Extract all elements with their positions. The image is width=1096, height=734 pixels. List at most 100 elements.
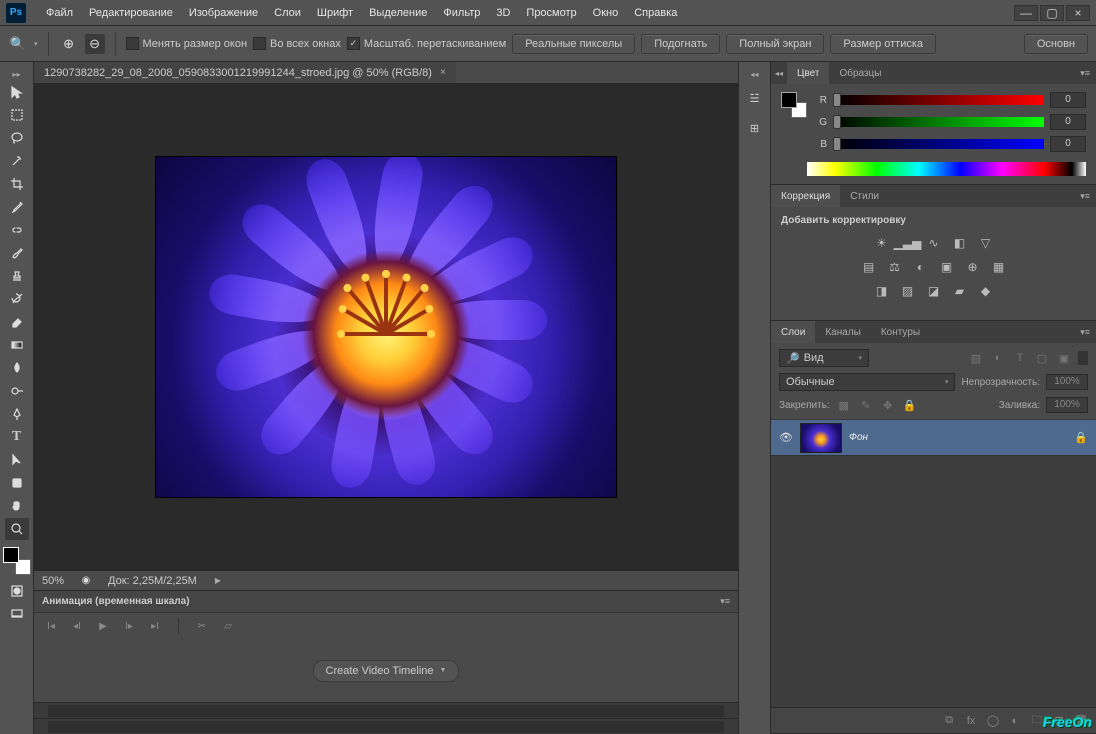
color-swatch[interactable]	[3, 547, 31, 575]
lock-all-icon[interactable]: 🔒	[902, 397, 918, 413]
tool-preset-dropdown-icon[interactable]: ▾	[34, 40, 38, 48]
color-spectrum[interactable]	[807, 162, 1086, 176]
blackwhite-icon[interactable]: ◐	[911, 258, 931, 276]
timeline-transition-icon[interactable]: ▱	[219, 617, 237, 635]
filter-pixel-icon[interactable]: ▧	[968, 350, 984, 366]
full-screen-button[interactable]: Полный экран	[726, 34, 824, 54]
create-timeline-button[interactable]: Create Video Timeline ▼	[313, 660, 460, 682]
stamp-tool[interactable]	[5, 265, 29, 287]
color-swatch-mini[interactable]	[781, 92, 807, 118]
levels-icon[interactable]: ▁▃▅	[898, 234, 918, 252]
link-layers-icon[interactable]: ⧉	[940, 712, 958, 730]
zoom-tool[interactable]	[5, 518, 29, 540]
menu-file[interactable]: Файл	[38, 7, 81, 19]
menu-window[interactable]: Окно	[585, 7, 627, 19]
curves-icon[interactable]: ∿	[924, 234, 944, 252]
zoom-tool-icon[interactable]: 🔍	[8, 34, 28, 54]
window-close[interactable]: ×	[1066, 5, 1090, 21]
layer-name[interactable]: Фон	[849, 432, 1066, 443]
timeline-last-icon[interactable]: ▸I	[146, 617, 164, 635]
timeline-play-icon[interactable]: ▶	[94, 617, 112, 635]
color-tab[interactable]: Цвет	[787, 62, 829, 84]
timeline-scrollbar[interactable]	[34, 702, 738, 718]
timeline-prev-icon[interactable]: ◂I	[68, 617, 86, 635]
all-windows-checkbox[interactable]: Во всех окнах	[253, 37, 341, 50]
menu-select[interactable]: Выделение	[361, 7, 435, 19]
dock-expand-icon[interactable]: ◂◂	[739, 68, 770, 80]
new-adjustment-icon[interactable]: ◐	[1006, 712, 1024, 730]
palette-expand-icon[interactable]: ▸▸	[0, 68, 33, 80]
menu-3d[interactable]: 3D	[488, 7, 518, 19]
layer-lock-icon[interactable]: 🔒	[1074, 431, 1088, 444]
panel-menu-icon[interactable]: ▾≡	[1074, 327, 1096, 338]
path-select-tool[interactable]	[5, 449, 29, 471]
panel-menu-icon[interactable]: ▾≡	[1074, 68, 1096, 79]
photofilter-icon[interactable]: ▣	[937, 258, 957, 276]
exposure-icon[interactable]: ◧	[950, 234, 970, 252]
menu-filter[interactable]: Фильтр	[435, 7, 488, 19]
window-minimize[interactable]: —	[1014, 5, 1038, 21]
quickmask-tool[interactable]	[5, 580, 29, 602]
fill-value[interactable]: 100%	[1046, 397, 1088, 413]
g-value[interactable]: 0	[1050, 114, 1086, 130]
brush-tool[interactable]	[5, 242, 29, 264]
posterize-icon[interactable]: ▨	[898, 282, 918, 300]
history-panel-icon[interactable]: ☱	[743, 86, 767, 110]
vibrance-icon[interactable]: ▽	[976, 234, 996, 252]
zoom-out-icon[interactable]: ⊖	[85, 34, 105, 54]
history-brush-tool[interactable]	[5, 288, 29, 310]
lock-pos-icon[interactable]: ✥	[880, 397, 896, 413]
foreground-color-swatch[interactable]	[3, 547, 19, 563]
timeline-next-icon[interactable]: I▸	[120, 617, 138, 635]
eraser-tool[interactable]	[5, 311, 29, 333]
status-menu-icon[interactable]: ▶	[215, 576, 221, 585]
invert-icon[interactable]: ◨	[872, 282, 892, 300]
resize-windows-checkbox[interactable]: Менять размер окон	[126, 37, 248, 50]
hue-icon[interactable]: ▤	[859, 258, 879, 276]
channels-tab[interactable]: Каналы	[815, 321, 871, 343]
channelmixer-icon[interactable]: ⊕	[963, 258, 983, 276]
menu-edit[interactable]: Редактирование	[81, 7, 181, 19]
layer-row[interactable]: 👁 Фон 🔒	[771, 420, 1096, 456]
heal-tool[interactable]	[5, 219, 29, 241]
layer-visibility-icon[interactable]: 👁	[779, 431, 793, 444]
menu-view[interactable]: Просмотр	[518, 7, 584, 19]
colorbalance-icon[interactable]: ⚖	[885, 258, 905, 276]
hand-tool[interactable]	[5, 495, 29, 517]
shape-tool[interactable]	[5, 472, 29, 494]
eyedropper-tool[interactable]	[5, 196, 29, 218]
workspace-button[interactable]: Основн	[1024, 34, 1088, 54]
lasso-tool[interactable]	[5, 127, 29, 149]
r-value[interactable]: 0	[1050, 92, 1086, 108]
gradmap-icon[interactable]: ▰	[950, 282, 970, 300]
canvas[interactable]	[34, 84, 738, 570]
fit-screen-button[interactable]: Подогнать	[641, 34, 720, 54]
document-tab[interactable]: 1290738282_29_08_2008_059083300121999124…	[34, 62, 456, 83]
window-maximize[interactable]: ▢	[1040, 5, 1064, 21]
lock-trans-icon[interactable]: ▩	[836, 397, 852, 413]
panel-menu-icon[interactable]: ▾≡	[720, 596, 730, 607]
dodge-tool[interactable]	[5, 380, 29, 402]
menu-image[interactable]: Изображение	[181, 7, 266, 19]
type-tool[interactable]: T	[5, 426, 29, 448]
layer-mask-icon[interactable]: ◯	[984, 712, 1002, 730]
b-value[interactable]: 0	[1050, 136, 1086, 152]
menu-layers[interactable]: Слои	[266, 7, 309, 19]
panel-collapse-icon[interactable]: ◂◂	[771, 69, 787, 78]
timeline-first-icon[interactable]: I◂	[42, 617, 60, 635]
swatches-tab[interactable]: Образцы	[829, 62, 891, 84]
lut-icon[interactable]: ▦	[989, 258, 1009, 276]
gradient-tool[interactable]	[5, 334, 29, 356]
paths-tab[interactable]: Контуры	[871, 321, 930, 343]
menu-help[interactable]: Справка	[626, 7, 685, 19]
filter-shape-icon[interactable]: ▢	[1034, 350, 1050, 366]
crop-tool[interactable]	[5, 173, 29, 195]
filter-smart-icon[interactable]: ▣	[1056, 350, 1072, 366]
pen-tool[interactable]	[5, 403, 29, 425]
properties-panel-icon[interactable]: ⊞	[743, 116, 767, 140]
blur-tool[interactable]	[5, 357, 29, 379]
menu-type[interactable]: Шрифт	[309, 7, 361, 19]
g-slider[interactable]	[833, 117, 1044, 127]
selcolor-icon[interactable]: ◆	[976, 282, 996, 300]
layer-filter-kind[interactable]: 🔎Вид▾	[779, 349, 869, 367]
